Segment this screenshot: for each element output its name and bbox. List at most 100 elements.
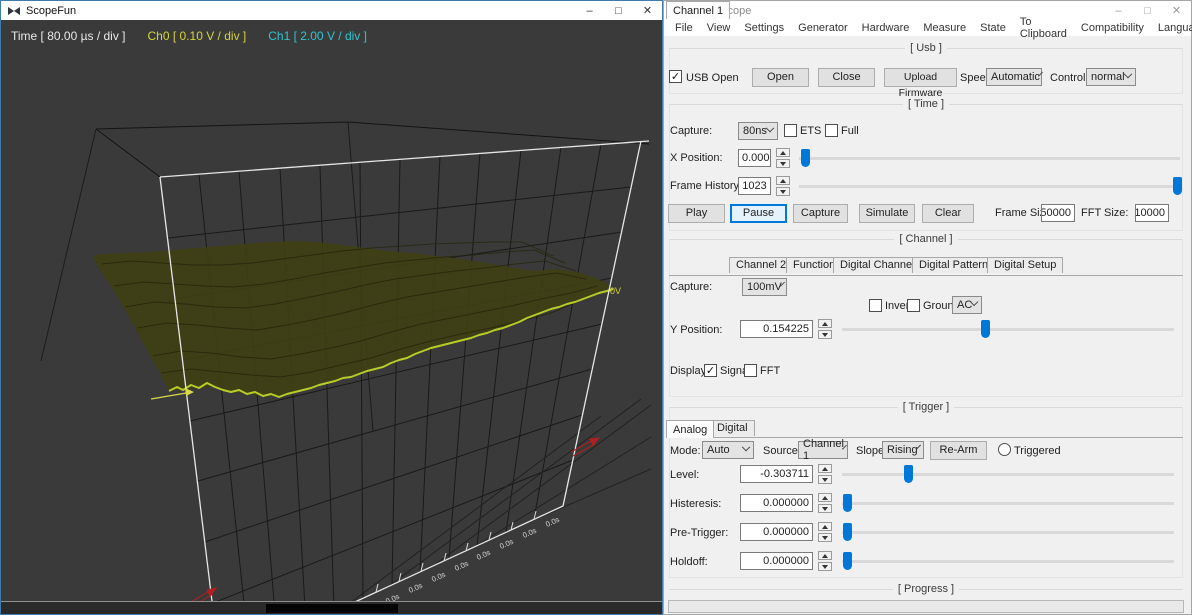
y-position-input[interactable]: 0.154225 — [740, 320, 813, 338]
x-position-slider-thumb[interactable] — [800, 149, 810, 167]
spin-up-icon[interactable] — [818, 551, 832, 560]
tab-digital-pattern[interactable]: Digital Pattern — [912, 257, 996, 273]
close-icon[interactable]: ✕ — [1162, 1, 1191, 20]
plot-canvas[interactable]: 0.0s 0.0s 0.0s 0.0s 0.0s 0.0s 0.0s 0.0s … — [1, 20, 662, 601]
trigger-group-caption: [ Trigger ] — [669, 401, 1183, 413]
close-icon[interactable]: ✕ — [633, 1, 662, 20]
histeresis-slider-thumb[interactable] — [843, 494, 853, 512]
mode-select[interactable]: Auto — [702, 441, 754, 459]
usb-open-button[interactable]: Open — [752, 68, 809, 87]
ground-checkbox[interactable] — [907, 299, 920, 312]
maximize-icon[interactable]: □ — [604, 1, 633, 20]
pause-button[interactable]: Pause — [730, 204, 787, 223]
level-slider[interactable] — [842, 465, 1174, 483]
tab-digital-channel[interactable]: Digital Channel — [833, 257, 922, 273]
menu-view[interactable]: View — [700, 20, 738, 36]
pre-trigger-input[interactable]: 0.000000 — [740, 523, 813, 541]
ch0-per-div-label: Ch0 [ 0.10 V / div ] — [147, 29, 247, 43]
menu-compatibility[interactable]: Compatibility — [1074, 20, 1151, 36]
spin-up-icon[interactable] — [776, 148, 790, 157]
tab-channel-2[interactable]: Channel 2 — [729, 257, 794, 273]
channel-capture-select[interactable]: 100mV — [742, 278, 787, 296]
ets-checkbox[interactable] — [784, 124, 797, 137]
menu-language[interactable]: Language — [1151, 20, 1192, 36]
scopefun-window: ScopeFun – □ ✕ Time [ 80.00 µs / div ] C… — [0, 0, 663, 615]
waveform-3d-view[interactable]: Time [ 80.00 µs / div ] Ch0 [ 0.10 V / d… — [1, 20, 662, 601]
frame-history-slider-thumb[interactable] — [1173, 177, 1182, 195]
spin-down-icon[interactable] — [818, 504, 832, 513]
pre-trigger-slider-thumb[interactable] — [843, 523, 853, 541]
spin-down-icon[interactable] — [818, 475, 832, 484]
spin-down-icon[interactable] — [818, 533, 832, 542]
minimize-icon[interactable]: – — [1104, 1, 1133, 20]
frame-history-input[interactable]: 1023 — [738, 177, 771, 195]
time-capture-select[interactable]: 80ns — [738, 122, 778, 140]
menu-measure[interactable]: Measure — [916, 20, 973, 36]
menu-generator[interactable]: Generator — [791, 20, 855, 36]
clear-button[interactable]: Clear — [922, 204, 974, 223]
histeresis-slider[interactable] — [842, 494, 1174, 512]
y-position-slider-thumb[interactable] — [980, 320, 990, 338]
menu-hardware[interactable]: Hardware — [855, 20, 917, 36]
tab-channel-1[interactable]: Channel 1 — [666, 1, 731, 19]
frame-history-spinner — [776, 176, 790, 196]
tab-digital[interactable]: Digital — [710, 420, 755, 436]
tab-digital-setup[interactable]: Digital Setup — [987, 257, 1064, 273]
speed-select[interactable]: Automatic — [986, 68, 1043, 86]
spin-up-icon[interactable] — [818, 493, 832, 502]
histeresis-input[interactable]: 0.000000 — [740, 494, 813, 512]
spin-up-icon[interactable] — [776, 176, 790, 185]
fft-checkbox[interactable] — [744, 364, 757, 377]
maximize-icon[interactable]: □ — [1133, 1, 1162, 20]
frame-history-slider[interactable] — [799, 177, 1182, 195]
upload-firmware-button[interactable]: Upload Firmware — [884, 68, 957, 99]
fft-size-input[interactable]: 10000 — [1135, 204, 1169, 222]
channel-group-caption: [ Channel ] — [669, 233, 1184, 245]
pre-trigger-slider[interactable] — [842, 523, 1174, 541]
spin-up-icon[interactable] — [818, 522, 832, 531]
level-input[interactable]: -0.303711 — [740, 465, 813, 483]
minimize-icon[interactable]: – — [575, 1, 604, 20]
usb-open-checkbox[interactable] — [669, 70, 682, 83]
source-select[interactable]: Channel 1 — [798, 438, 848, 462]
spin-down-icon[interactable] — [818, 562, 832, 571]
spin-down-icon[interactable] — [818, 330, 832, 339]
x-position-label: X Position: — [670, 152, 723, 164]
triggered-radio[interactable] — [998, 443, 1011, 456]
svg-text:0.0s: 0.0s — [453, 559, 470, 573]
scopefun-window-title: ScopeFun — [26, 4, 77, 17]
menu-file[interactable]: File — [668, 20, 700, 36]
menu-state[interactable]: State — [973, 20, 1013, 36]
menu-settings[interactable]: Settings — [737, 20, 791, 36]
simulate-button[interactable]: Simulate — [859, 204, 915, 223]
level-slider-thumb[interactable] — [904, 465, 914, 483]
signal-checkbox[interactable] — [704, 364, 717, 377]
menu-to-clipboard[interactable]: To Clipboard — [1013, 16, 1074, 40]
holdoff-input[interactable]: 0.000000 — [740, 552, 813, 570]
usb-close-button[interactable]: Close — [818, 68, 875, 87]
mode-label: Mode: — [670, 445, 701, 457]
spin-down-icon[interactable] — [776, 159, 790, 168]
spin-down-icon[interactable] — [776, 187, 790, 196]
invert-checkbox[interactable] — [869, 299, 882, 312]
holdoff-slider[interactable] — [842, 552, 1174, 570]
rearm-button[interactable]: Re-Arm — [930, 441, 987, 460]
horizontal-scrollbar[interactable] — [1, 601, 662, 614]
scopefun-titlebar: ScopeFun – □ ✕ — [1, 1, 662, 20]
full-checkbox[interactable] — [825, 124, 838, 137]
scrollbar-thumb[interactable] — [266, 604, 398, 613]
x-position-slider[interactable] — [799, 149, 1180, 167]
y-position-slider[interactable] — [842, 320, 1174, 338]
tab-analog[interactable]: Analog — [666, 420, 715, 438]
spin-up-icon[interactable] — [818, 319, 832, 328]
control-select[interactable]: normal — [1086, 68, 1136, 86]
slope-select[interactable]: Rising — [882, 441, 924, 459]
spin-up-icon[interactable] — [818, 464, 832, 473]
x-position-spinner — [776, 148, 790, 168]
play-button[interactable]: Play — [668, 204, 725, 223]
frame-size-input[interactable]: 50000 — [1041, 204, 1075, 222]
coupling-select[interactable]: AC — [952, 296, 982, 314]
x-position-input[interactable]: 0.000000 — [738, 149, 771, 167]
capture-button[interactable]: Capture — [793, 204, 848, 223]
holdoff-slider-thumb[interactable] — [843, 552, 853, 570]
